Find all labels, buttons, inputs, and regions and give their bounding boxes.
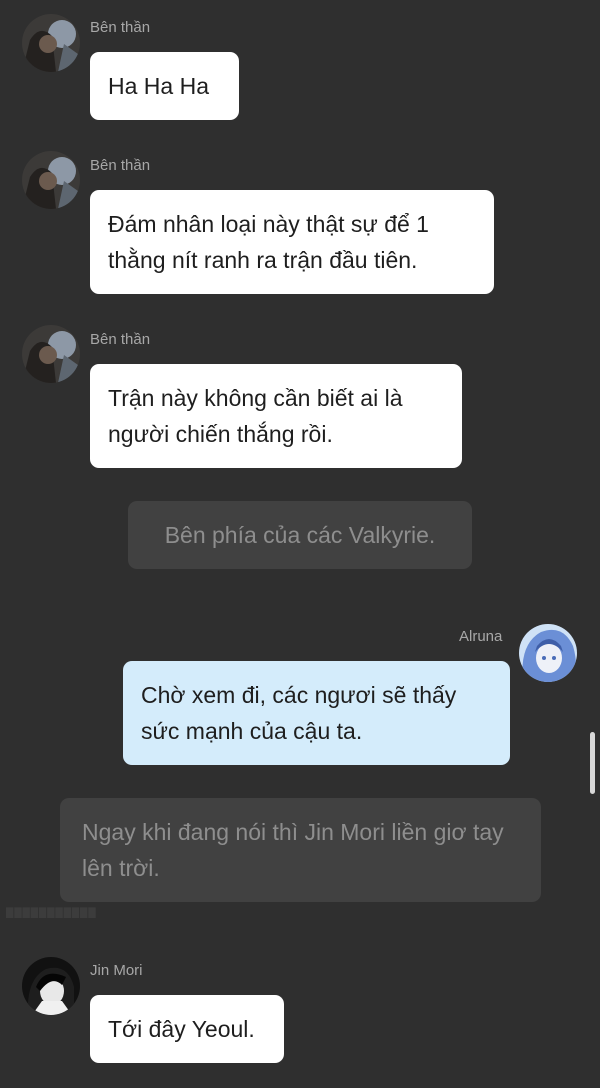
scrollbar[interactable] [590,732,595,794]
sender-name: Alruna [459,628,503,645]
avatar[interactable] [22,957,80,1015]
blue-hair-avatar-icon [519,624,577,682]
narration-box[interactable]: Bên phía của các Valkyrie. [128,501,472,569]
avatar[interactable] [22,14,80,72]
message-bubble[interactable]: Trận này không cần biết ai là người chiế… [90,364,462,468]
dark-portrait-avatar-icon [22,14,80,72]
avatar[interactable] [519,624,577,682]
sender-name: Bên thần [90,331,151,348]
avatar[interactable] [22,325,80,383]
narration-box[interactable]: Ngay khi đang nói thì Jin Mori liền giơ … [60,798,541,902]
message-bubble[interactable]: Tới đây Yeoul. [90,995,284,1063]
message-bubble[interactable]: Đám nhân loại này thật sự để 1 thằng nít… [90,190,494,294]
message-bubble[interactable]: Ha Ha Ha [90,52,239,120]
watermark-logo: ▆▆▆▆▆▆▆▆▆▆▆ [6,904,97,918]
black-white-avatar-icon [22,957,80,1015]
message-bubble[interactable]: Chờ xem đi, các ngươi sẽ thấy sức mạnh c… [123,661,510,765]
sender-name: Jin Mori [90,962,143,979]
sender-name: Bên thần [90,19,151,36]
avatar[interactable] [22,151,80,209]
sender-name: Bên thần [90,157,151,174]
dark-portrait-avatar-icon [22,151,80,209]
dark-portrait-avatar-icon [22,325,80,383]
